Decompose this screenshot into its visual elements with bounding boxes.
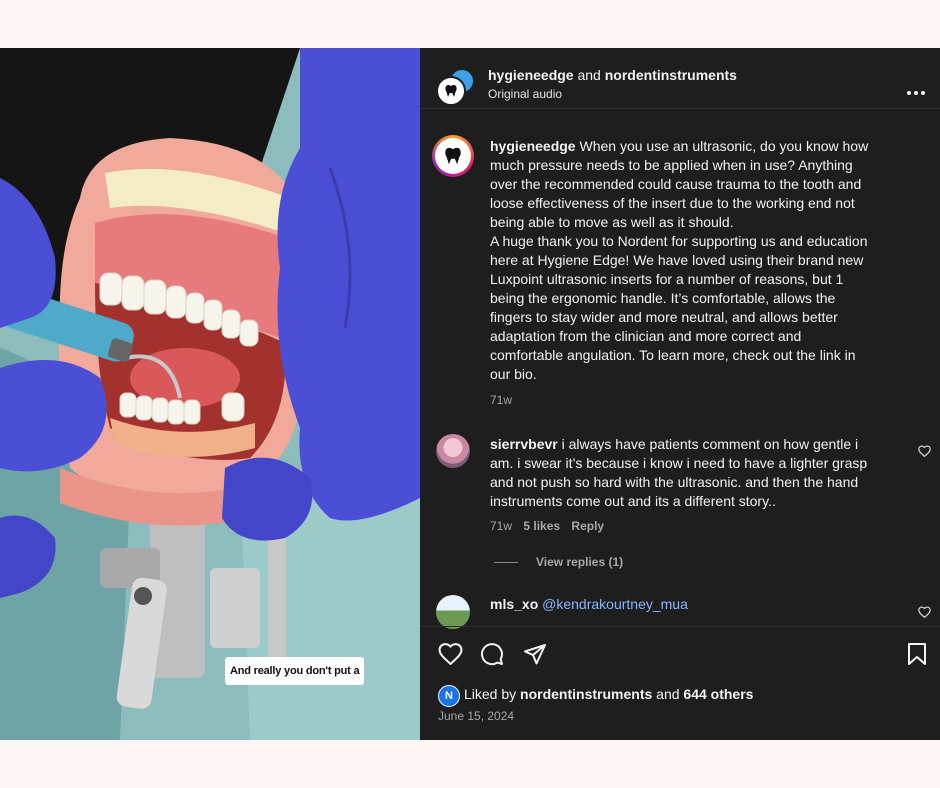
header-connector: and [577,67,601,83]
header-title: hygieneedge and nordentinstruments [488,67,737,83]
tooth-icon [445,85,457,97]
caption-line: being the ergonomic handle. It’s comfort… [490,290,836,306]
caption-line: hygieneedge When you use an ultrasonic, … [490,138,869,154]
nordent-logo-icon: N [445,690,453,702]
likes-others[interactable]: 644 others [683,686,753,702]
comment-meta: 71w 5 likes Reply [490,519,604,533]
post-modal: And really you don't put a hygieneedge a… [0,48,940,740]
comment-line: am. i swear it’s because i know i need t… [490,455,868,471]
view-replies-button[interactable]: View replies (1) [536,555,623,569]
post-side-panel: hygieneedge and nordentinstruments Origi… [420,48,940,740]
bookmark-icon[interactable] [906,642,928,671]
likes-summary: Liked by nordentinstruments and 644 othe… [464,686,753,702]
comment-line: sierrvbevr i always have patients commen… [490,436,859,452]
comment-icon[interactable] [480,642,504,671]
post-caption: hygieneedge When you use an ultrasonic, … [490,137,930,384]
video-caption: And really you don't put a [225,657,365,685]
caption-line: Luxpoint ultrasonic inserts for a number… [490,271,844,287]
comment-timestamp[interactable]: 71w [490,519,512,533]
caption-line: here at Hygiene Edge! We have loved usin… [490,252,864,268]
comment-likes[interactable]: 5 likes [523,519,560,533]
commenter-avatar[interactable] [436,595,470,629]
tooth-icon [445,147,461,165]
post-date[interactable]: June 15, 2024 [438,709,514,723]
header-audio[interactable]: Original audio [488,87,562,101]
likes-prefix: Liked by [464,686,517,702]
post-header: hygieneedge and nordentinstruments Origi… [420,48,940,109]
action-bar-divider [420,626,940,627]
liker-avatar[interactable]: N [438,685,460,707]
likes-user[interactable]: nordentinstruments [520,686,652,702]
header-username[interactable]: hygieneedge [488,67,574,83]
replies-divider [494,562,518,563]
comment-username[interactable]: mls_xo [490,596,538,612]
post-author-avatar [435,138,471,174]
comment-like-icon[interactable] [918,605,931,623]
caption-line: loose effectiveness of the insert due to… [490,195,855,211]
post-video[interactable]: And really you don't put a [0,48,420,740]
comment-username[interactable]: sierrvbevr [490,436,558,452]
collab-avatar-front[interactable] [436,76,466,106]
heart-icon[interactable] [438,642,463,670]
send-icon[interactable] [523,642,547,671]
video-frame-illustration [0,48,420,740]
caption-line: our bio. [490,366,537,382]
comment-mention-link[interactable]: @kendrakourtney_mua [542,596,688,612]
caption-line: comfortable angulation. To learn more, c… [490,347,856,363]
likes-connector: and [656,686,680,702]
more-horizontal-icon[interactable] [907,82,925,100]
caption-line: over the recommended could cause trauma … [490,176,862,192]
caption-line: fingers to stay wider and more neutral, … [490,309,838,325]
caption-username[interactable]: hygieneedge [490,138,576,154]
caption-timestamp[interactable]: 71w [490,393,512,407]
comment-reply-button[interactable]: Reply [571,519,604,533]
header-collaborator[interactable]: nordentinstruments [605,67,737,83]
post-author-avatar-ring[interactable] [432,135,474,177]
caption-line: A huge thank you to Nordent for supporti… [490,233,868,249]
commenter-avatar[interactable] [436,434,470,468]
caption-line: adaptation from the clinician and more c… [490,328,802,344]
caption-line: much pressure needs to be applied when i… [490,157,853,173]
comment-line: instruments come out and its a different… [490,493,776,509]
comment: mls_xo @kendrakourtney_mua [490,596,688,612]
caption-line: being able to move as well as it should. [490,214,734,230]
comment-like-icon[interactable] [918,444,931,462]
comment-line: and not push so hard with the ultrasonic… [490,474,859,490]
comment: sierrvbevr i always have patients commen… [490,435,915,511]
